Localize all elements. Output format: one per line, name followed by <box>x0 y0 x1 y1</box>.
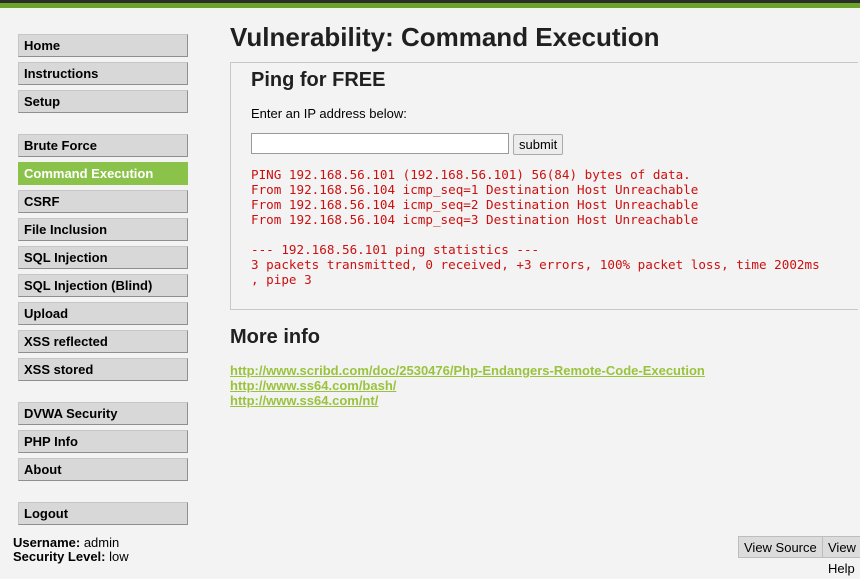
ip-address-input[interactable] <box>251 133 509 154</box>
header-accent-strip <box>0 3 860 8</box>
menu-item-upload[interactable]: Upload <box>18 302 188 325</box>
more-info-heading: More info <box>230 326 320 348</box>
menu-item-about[interactable]: About <box>18 458 188 481</box>
username-label: Username: <box>13 535 81 550</box>
username-line: Username: admin <box>13 536 129 550</box>
menu-item-xss-stored[interactable]: XSS stored <box>18 358 188 381</box>
link-ss64-nt[interactable]: http://www.ss64.com/nt/ <box>230 393 705 408</box>
ip-prompt-label: Enter an IP address below: <box>251 106 407 121</box>
menu-divider <box>18 386 188 402</box>
menu-item-command-execution[interactable]: Command Execution <box>18 162 188 185</box>
page-title: Vulnerability: Command Execution <box>230 22 660 52</box>
link-scribd-php-rce[interactable]: http://www.scribd.com/doc/2530476/Php-En… <box>230 363 705 378</box>
main-menu: Home Instructions Setup Brute Force Command … <box>18 34 188 530</box>
username-value: admin <box>83 535 120 550</box>
menu-item-brute-force[interactable]: Brute Force <box>18 134 188 157</box>
security-level-label: Security Level: <box>13 549 106 564</box>
command-output: PING 192.168.56.101 (192.168.56.101) 56(… <box>251 167 820 287</box>
view-help-button[interactable]: View Help <box>822 536 860 576</box>
security-level-value: low <box>109 549 129 564</box>
view-source-button[interactable]: View Source <box>738 536 823 558</box>
ping-form-panel: Ping for FREE Enter an IP address below:… <box>230 62 858 310</box>
form-title: Ping for FREE <box>251 69 386 91</box>
menu-item-logout[interactable]: Logout <box>18 502 188 525</box>
menu-divider <box>18 118 188 134</box>
user-info: Username: admin Security Level: low <box>13 536 129 564</box>
menu-item-xss-reflected[interactable]: XSS reflected <box>18 330 188 353</box>
menu-item-csrf[interactable]: CSRF <box>18 190 188 213</box>
menu-item-php-info[interactable]: PHP Info <box>18 430 188 453</box>
more-info-links: http://www.scribd.com/doc/2530476/Php-En… <box>230 363 705 408</box>
link-ss64-bash[interactable]: http://www.ss64.com/bash/ <box>230 378 705 393</box>
menu-item-setup[interactable]: Setup <box>18 90 188 113</box>
menu-item-home[interactable]: Home <box>18 34 188 57</box>
menu-item-sql-injection[interactable]: SQL Injection <box>18 246 188 269</box>
menu-item-instructions[interactable]: Instructions <box>18 62 188 85</box>
header-bar <box>0 0 860 9</box>
security-level-line: Security Level: low <box>13 550 129 564</box>
menu-item-dvwa-security[interactable]: DVWA Security <box>18 402 188 425</box>
submit-button[interactable]: submit <box>513 134 564 155</box>
menu-divider <box>18 486 188 502</box>
menu-item-file-inclusion[interactable]: File Inclusion <box>18 218 188 241</box>
menu-item-sql-injection-blind[interactable]: SQL Injection (Blind) <box>18 274 188 297</box>
